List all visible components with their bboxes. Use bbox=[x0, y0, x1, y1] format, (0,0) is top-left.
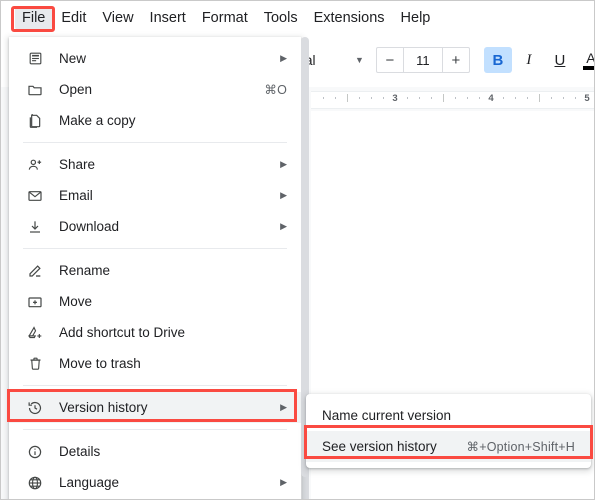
chevron-right-icon: ▶ bbox=[280, 159, 287, 169]
menu-item-share-label: Share bbox=[59, 156, 96, 172]
chevron-right-icon: ▶ bbox=[280, 402, 287, 412]
move-folder-icon bbox=[25, 292, 45, 312]
submenu-item-see-version-history[interactable]: See version history ⌘+Option+Shift+H bbox=[306, 431, 591, 462]
email-icon bbox=[25, 186, 45, 206]
menu-item-move-label: Move bbox=[59, 293, 93, 309]
submenu-item-name-current-version[interactable]: Name current version bbox=[306, 400, 591, 431]
menu-item-details[interactable]: Details bbox=[9, 436, 301, 467]
pencil-icon bbox=[25, 261, 45, 281]
menubar-item-file[interactable]: File bbox=[15, 6, 53, 30]
decrease-font-size-button[interactable]: − bbox=[377, 48, 403, 72]
menu-item-make-a-copy[interactable]: Make a copy bbox=[9, 105, 301, 136]
menu-item-version-history[interactable]: Version history ▶ bbox=[9, 392, 301, 423]
menu-item-details-label: Details bbox=[59, 443, 101, 459]
ruler-number-3: 3 bbox=[392, 93, 398, 104]
menu-item-new[interactable]: New ▶ bbox=[9, 43, 301, 74]
app-window: ↶ al ▼ − 11 + B I U A bbox=[0, 0, 595, 500]
font-size-input[interactable]: 11 bbox=[402, 48, 443, 72]
download-icon bbox=[25, 217, 45, 237]
menu-item-email-label: Email bbox=[59, 187, 93, 203]
chevron-right-icon: ▶ bbox=[280, 221, 287, 231]
menu-item-move-to-trash-label: Move to trash bbox=[59, 355, 141, 371]
menu-item-new-label: New bbox=[59, 50, 87, 66]
toolbar-controls: al ▼ − 11 + B I U A bbox=[301, 43, 595, 77]
menubar-item-help[interactable]: Help bbox=[394, 6, 438, 30]
menu-item-rename[interactable]: Rename bbox=[9, 255, 301, 286]
ruler-number-5: 5 bbox=[584, 93, 590, 104]
menu-item-download[interactable]: Download ▶ bbox=[9, 211, 301, 242]
menu-separator-4 bbox=[23, 429, 287, 430]
menu-item-add-shortcut-to-drive[interactable]: Add shortcut to Drive bbox=[9, 317, 301, 348]
chevron-right-icon: ▶ bbox=[280, 477, 287, 487]
globe-icon bbox=[25, 473, 45, 493]
italic-button[interactable]: I bbox=[515, 47, 543, 73]
underline-button[interactable]: U bbox=[546, 47, 574, 73]
increase-font-size-button[interactable]: + bbox=[443, 48, 469, 72]
submenu-item-name-current-version-label: Name current version bbox=[322, 407, 452, 423]
menu-bar: File Edit View Insert Format Tools Exten… bbox=[1, 1, 594, 35]
menubar-item-tools[interactable]: Tools bbox=[257, 6, 305, 30]
menu-separator-1 bbox=[23, 142, 287, 143]
menu-item-open[interactable]: Open ⌘O bbox=[9, 74, 301, 105]
menubar-item-edit[interactable]: Edit bbox=[54, 6, 93, 30]
font-size-stepper[interactable]: − 11 + bbox=[375, 47, 470, 73]
menubar-item-format[interactable]: Format bbox=[195, 6, 255, 30]
menu-item-language-label: Language bbox=[59, 474, 120, 490]
chevron-right-icon: ▶ bbox=[280, 53, 287, 63]
ruler-number-4: 4 bbox=[488, 93, 494, 104]
menu-item-download-label: Download bbox=[59, 218, 120, 234]
version-history-submenu: Name current version See version history… bbox=[306, 394, 591, 468]
menu-item-rename-label: Rename bbox=[59, 262, 111, 278]
menu-item-language[interactable]: Language ▶ bbox=[9, 467, 301, 498]
menubar-item-view[interactable]: View bbox=[95, 6, 140, 30]
menu-item-share[interactable]: Share ▶ bbox=[9, 149, 301, 180]
menu-item-version-history-label: Version history bbox=[59, 399, 148, 415]
menu-item-add-shortcut-to-drive-label: Add shortcut to Drive bbox=[59, 324, 186, 340]
menubar-item-extensions[interactable]: Extensions bbox=[307, 6, 392, 30]
menu-item-move[interactable]: Move bbox=[9, 286, 301, 317]
text-color-letter: A bbox=[586, 49, 595, 66]
submenu-item-see-version-history-shortcut: ⌘+Option+Shift+H bbox=[466, 440, 575, 454]
drive-add-icon bbox=[25, 323, 45, 343]
text-color-swatch bbox=[582, 65, 594, 70]
trash-icon bbox=[25, 354, 45, 374]
info-icon bbox=[25, 442, 45, 462]
folder-icon bbox=[25, 80, 45, 100]
menu-item-make-a-copy-label: Make a copy bbox=[59, 112, 136, 128]
file-dropdown-menu: New ▶ Open ⌘O Make a copy Share ▶ Email … bbox=[9, 37, 301, 499]
menu-item-open-shortcut: ⌘O bbox=[264, 83, 287, 97]
menubar-item-insert[interactable]: Insert bbox=[143, 6, 193, 30]
copy-icon bbox=[25, 111, 45, 131]
chevron-right-icon: ▶ bbox=[280, 190, 287, 200]
submenu-item-see-version-history-label: See version history bbox=[322, 438, 437, 454]
chevron-down-icon[interactable]: ▼ bbox=[355, 55, 364, 65]
menu-separator-3 bbox=[23, 385, 287, 386]
menu-separator-2 bbox=[23, 248, 287, 249]
person-add-icon bbox=[25, 155, 45, 175]
bold-button[interactable]: B bbox=[483, 47, 512, 73]
menu-item-move-to-trash[interactable]: Move to trash bbox=[9, 348, 301, 379]
ruler-strip[interactable]: 3 4 5 bbox=[311, 91, 594, 109]
menu-item-email[interactable]: Email ▶ bbox=[9, 180, 301, 211]
new-document-icon bbox=[25, 49, 45, 69]
menu-item-open-label: Open bbox=[59, 81, 93, 97]
history-icon bbox=[25, 398, 45, 418]
text-color-button[interactable]: A bbox=[577, 47, 595, 73]
